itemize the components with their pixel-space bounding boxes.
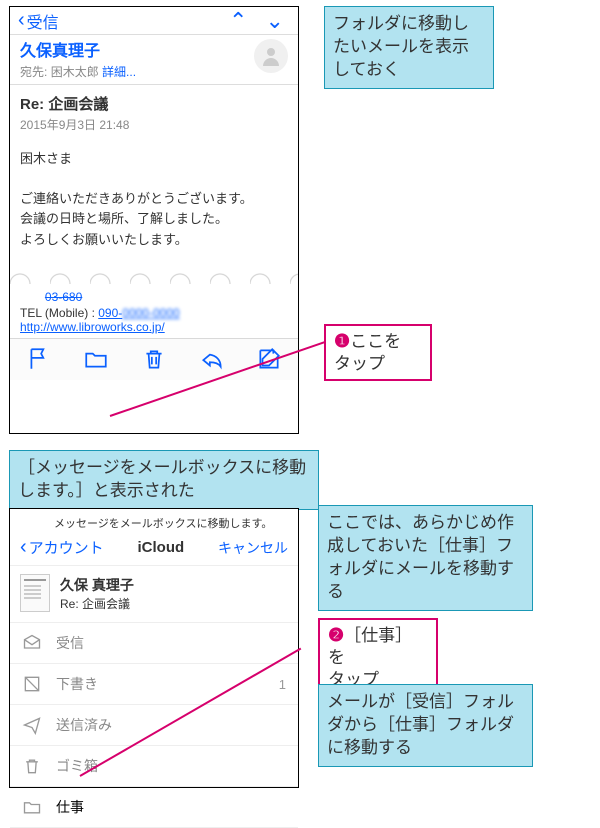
callout-display-mail: フォルダに移動したいメールを表示しておく [324,6,494,89]
step2-number: ❷ [328,625,344,645]
mail-body: 困木さま ご連絡いただきありがとうございます。会議の日時と場所、了解しました。よ… [10,139,298,264]
recipient-prefix: 宛先: [20,65,47,79]
mail-toolbar [10,338,298,380]
body-line: ご連絡いただきありがとうございます。 [20,189,288,209]
step1-callout: ❶ここを タップ [324,324,432,381]
callout-explain-folder: ここでは、あらかじめ作成しておいた［仕事］フォルダにメールを移動する [318,505,533,611]
recipient-line: 宛先: 困木太郎 詳細... [20,63,288,80]
back-to-accounts[interactable]: ‹ アカウント [20,536,104,559]
callout-move-message-banner: ［メッセージをメールボックスに移動します。］と表示された [9,450,319,510]
sender-block: 久保真理子 宛先: 困木太郎 詳細... [10,35,298,84]
folder-label: ゴミ箱 [56,756,98,776]
signature-block: TEL 03-680 TEL (Mobile) : 090-0000-0000 … [10,284,298,338]
torn-edge [10,264,298,284]
folder-type-icon [22,633,42,653]
folder-list: 受信下書き 1 送信済みゴミ箱仕事 [10,623,298,828]
tel-partial-icon: 03-680 [45,290,82,304]
sender-name[interactable]: 久保真理子 [20,37,288,61]
folder-label: 受信 [56,633,84,653]
mail-card: 久保 真理子 Re: 企画会議 [10,565,298,623]
trash-icon[interactable] [141,346,167,372]
details-link[interactable]: 詳細... [102,65,136,79]
body-line: よろしくお願いいたします。 [20,230,288,250]
back-accounts-label: アカウント [29,537,104,558]
cancel-button[interactable]: キャンセル [218,538,288,558]
picker-nav: ‹ アカウント iCloud キャンセル [10,533,298,565]
folder-type-icon [22,674,42,694]
folder-row-ゴミ箱[interactable]: ゴミ箱 [10,746,298,787]
callout-moved-result: メールが［受信］フォルダから［仕事］フォルダに移動する [318,684,533,767]
mail-thumbnail-icon [20,574,50,612]
tel-label: TEL (Mobile) : [20,306,95,320]
avatar-icon [254,39,288,73]
step1-number: ❶ [334,331,350,351]
recipient-name: 困木太郎 [51,65,99,79]
chevron-left-icon: ‹ [18,9,25,32]
body-line: 会議の日時と場所、了解しました。 [20,209,288,229]
folder-type-icon [22,715,42,735]
phone-mail-view: ‹ 受信 ⌃ ⌄ 久保真理子 宛先: 困木太郎 詳細... Re: 企画会議 2… [9,6,299,434]
move-hint: メッセージをメールボックスに移動します。 [10,509,298,533]
date-text: 2015年9月3日 21:48 [20,116,288,133]
reply-icon[interactable] [199,346,225,372]
picker-title: iCloud [138,539,185,556]
folder-label: 仕事 [56,797,84,817]
chevron-left-icon: ‹ [20,536,27,559]
card-sender: 久保 真理子 [60,575,134,595]
folder-label: 下書き [56,674,98,694]
back-label: 受信 [27,9,59,33]
folder-row-仕事[interactable]: 仕事 [10,787,298,828]
tel-link[interactable]: 090-0000-0000 [98,306,179,320]
url-link[interactable]: http://www.libroworks.co.jp/ [20,320,165,334]
body-line [20,169,288,189]
folder-type-icon [22,756,42,776]
subject-block: Re: 企画会議 2015年9月3日 21:48 [10,85,298,139]
flag-icon[interactable] [26,346,52,372]
folder-count: 1 [279,677,286,692]
back-to-inbox[interactable]: ‹ 受信 [18,9,59,33]
card-subject: Re: 企画会議 [60,595,134,612]
folder-row-送信済み[interactable]: 送信済み [10,705,298,746]
folder-label: 送信済み [56,715,112,735]
folder-row-下書き[interactable]: 下書き 1 [10,664,298,705]
mail-nav-bar: ‹ 受信 ⌃ ⌄ [10,7,298,35]
folder-icon[interactable] [83,346,109,372]
phone-folder-picker: メッセージをメールボックスに移動します。 ‹ アカウント iCloud キャンセ… [9,508,299,788]
folder-row-受信[interactable]: 受信 [10,623,298,664]
prev-next-arrows[interactable]: ⌃ ⌄ [229,8,290,34]
subject-text: Re: 企画会議 [20,93,288,114]
body-line: 困木さま [20,149,288,169]
folder-type-icon [22,797,42,817]
